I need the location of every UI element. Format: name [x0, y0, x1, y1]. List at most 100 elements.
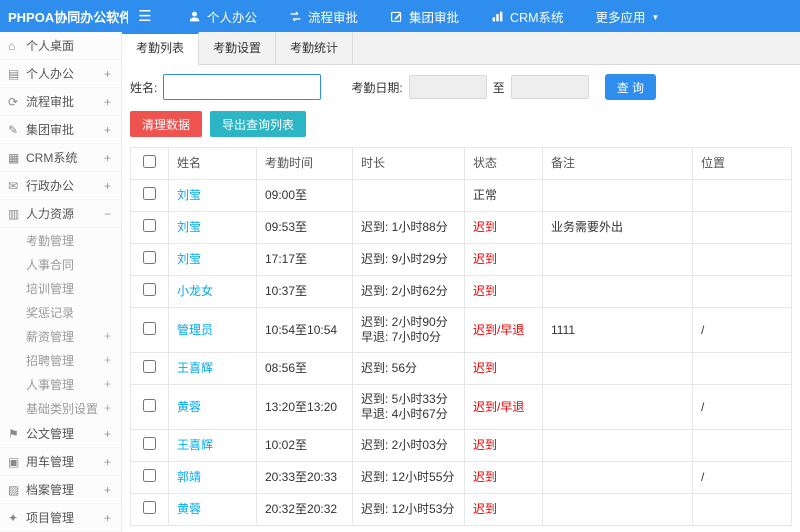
sidebar-item-流程审批[interactable]: ⟳ 流程审批 + — [0, 88, 121, 116]
attendance-table: 姓名 考勤时间 时长 状态 备注 位置 刘莹 09:00至 正常 刘莹 09:53至 迟到: 1小时… — [130, 147, 792, 526]
expand-icon[interactable]: + — [104, 179, 113, 193]
duration-cell: 迟到: 5小时33分 早退: 4小时67分 — [352, 384, 465, 430]
sidebar-item-人力资源[interactable]: ▥ 人力资源 − — [0, 200, 121, 228]
sidebar-item-集团审批[interactable]: ✎ 集团审批 + — [0, 116, 121, 144]
column-header: 考勤时间 — [256, 147, 353, 180]
attendance-time-cell: 20:33至20:33 — [256, 461, 353, 494]
expand-icon[interactable]: + — [104, 377, 113, 391]
table-row: 黄蓉 20:32至20:32 迟到: 12小时53分 迟到 — [130, 493, 792, 526]
chart-icon — [491, 10, 504, 23]
expand-icon[interactable]: + — [104, 427, 113, 441]
employee-name-link[interactable]: 刘莹 — [177, 188, 201, 202]
expand-icon[interactable]: + — [104, 95, 113, 109]
row-checkbox[interactable] — [143, 398, 156, 412]
expand-icon[interactable]: + — [104, 353, 113, 367]
sidebar-subitem-考勤管理[interactable]: 考勤管理 — [0, 228, 121, 252]
sidebar-subitem-人事合同[interactable]: 人事合同 — [0, 252, 121, 276]
collapse-icon[interactable]: − — [104, 207, 113, 221]
column-header: 备注 — [542, 147, 693, 180]
employee-name-link[interactable]: 刘莹 — [177, 252, 201, 266]
export-list-button[interactable]: 导出查询列表 — [210, 111, 307, 137]
table-row: 刘莹 17:17至 迟到: 9小时29分 迟到 — [130, 243, 792, 276]
sidebar-item-个人办公[interactable]: ▤ 个人办公 + — [0, 60, 121, 88]
location-cell — [692, 243, 792, 276]
duration-cell: 迟到: 2小时90分 早退: 7小时0分 — [352, 307, 465, 353]
clean-data-button[interactable]: 清理数据 — [130, 111, 203, 137]
row-checkbox[interactable] — [143, 469, 156, 482]
sidebar-item-个人桌面[interactable]: ⌂ 个人桌面 — [0, 32, 121, 60]
expand-icon[interactable]: + — [104, 483, 113, 497]
sidebar-item-label: 基础类别设置 — [26, 401, 99, 416]
date-end-input[interactable] — [510, 75, 589, 99]
expand-icon[interactable]: + — [104, 401, 113, 415]
row-checkbox[interactable] — [143, 251, 156, 264]
duration-line: 迟到: 9小时29分 — [361, 252, 448, 266]
status-badge: 迟到 — [473, 438, 498, 452]
location-cell — [692, 179, 792, 212]
row-checkbox[interactable] — [143, 283, 156, 296]
sidebar-item-label: 人力资源 — [26, 207, 75, 221]
expand-icon[interactable]: + — [104, 455, 113, 469]
employee-name-link[interactable]: 黄蓉 — [177, 400, 201, 414]
search-button[interactable]: 查 询 — [604, 74, 657, 100]
duration-line: 早退: 7小时0分 — [361, 330, 442, 344]
name-filter-input[interactable] — [163, 74, 322, 100]
nav-item-1[interactable]: 个人办公 — [172, 0, 273, 32]
nav-item-3[interactable]: 集团审批 — [374, 0, 475, 32]
sidebar-item-项目管理[interactable]: ✦ 项目管理 + — [0, 504, 121, 532]
row-checkbox[interactable] — [143, 219, 156, 232]
personal-office-icon: ▤ — [8, 66, 20, 81]
employee-name-link[interactable]: 管理员 — [177, 323, 213, 337]
row-checkbox[interactable] — [143, 437, 156, 450]
expand-icon[interactable]: + — [104, 67, 113, 81]
sidebar-item-CRM系统[interactable]: ▦ CRM系统 + — [0, 144, 121, 172]
sidebar-item-公文管理[interactable]: ⚑ 公文管理 + — [0, 420, 121, 448]
duration-line: 迟到: 2小时62分 — [361, 284, 448, 298]
status-cell: 迟到 — [464, 429, 543, 462]
sidebar-item-行政办公[interactable]: ✉ 行政办公 + — [0, 172, 121, 200]
row-checkbox[interactable] — [143, 360, 156, 373]
name-cell: 王喜辉 — [168, 429, 257, 462]
sidebar-item-label: 考勤管理 — [26, 233, 75, 248]
sidebar-subitem-奖惩记录[interactable]: 奖惩记录 — [0, 300, 121, 324]
nav-item-2[interactable]: 流程审批 — [273, 0, 374, 32]
employee-name-link[interactable]: 王喜辉 — [177, 361, 213, 375]
expand-icon[interactable]: + — [104, 511, 113, 525]
duration-cell: 迟到: 12小时53分 — [352, 493, 465, 526]
table-row: 小龙女 10:37至 迟到: 2小时62分 迟到 — [130, 275, 792, 308]
row-checkbox[interactable] — [143, 321, 156, 335]
row-checkbox[interactable] — [143, 187, 156, 200]
employee-name-link[interactable]: 王喜辉 — [177, 438, 213, 452]
employee-name-link[interactable]: 黄蓉 — [177, 502, 201, 516]
nav-item-5[interactable]: 更多应用 ▼ — [580, 0, 676, 32]
sidebar-subitem-薪资管理[interactable]: 薪资管理 + — [0, 324, 121, 348]
sidebar-subitem-培训管理[interactable]: 培训管理 — [0, 276, 121, 300]
sidebar-subitem-招聘管理[interactable]: 招聘管理 + — [0, 348, 121, 372]
select-all-checkbox[interactable] — [143, 155, 156, 168]
sidebar-item-档案管理[interactable]: ▨ 档案管理 + — [0, 476, 121, 504]
date-start-input[interactable] — [408, 75, 487, 99]
sidebar-item-label: 奖惩记录 — [26, 305, 75, 320]
employee-name-link[interactable]: 郭靖 — [177, 470, 201, 484]
tab-3[interactable]: 考勤统计 — [276, 32, 354, 64]
expand-icon[interactable]: + — [104, 151, 113, 165]
tab-1[interactable]: 考勤列表 — [122, 32, 200, 65]
location-cell — [692, 275, 792, 308]
employee-name-link[interactable]: 小龙女 — [177, 284, 213, 298]
sidebar-subitem-人事管理[interactable]: 人事管理 + — [0, 372, 121, 396]
attendance-table-body: 刘莹 09:00至 正常 刘莹 09:53至 迟到: 1小时88分 迟到 业务需要外出 刘莹 17… — [130, 179, 792, 526]
employee-name-link[interactable]: 刘莹 — [177, 220, 201, 234]
attendance-time-cell: 10:37至 — [256, 275, 353, 308]
name-cell: 郭靖 — [168, 461, 257, 494]
note-cell — [542, 493, 693, 526]
nav-item-4[interactable]: CRM系统 — [475, 0, 579, 32]
row-checkbox[interactable] — [143, 501, 156, 514]
sidebar-subitem-基础类别设置[interactable]: 基础类别设置 + — [0, 396, 121, 420]
expand-icon[interactable]: + — [104, 123, 113, 137]
table-row: 郭靖 20:33至20:33 迟到: 12小时55分 迟到 / — [130, 461, 792, 494]
duration-line: 迟到: 12小时55分 — [361, 470, 455, 484]
sidebar-item-用车管理[interactable]: ▣ 用车管理 + — [0, 448, 121, 476]
menu-icon[interactable]: ☰ — [128, 7, 162, 25]
expand-icon[interactable]: + — [104, 329, 113, 343]
tab-2[interactable]: 考勤设置 — [199, 32, 277, 64]
